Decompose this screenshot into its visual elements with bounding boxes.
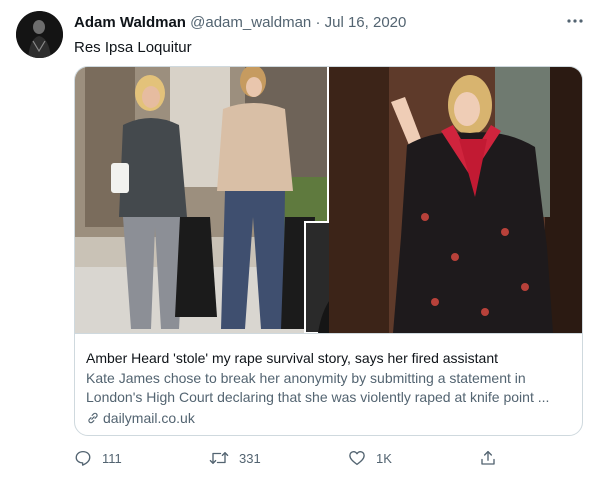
card-domain[interactable]: dailymail.co.uk	[86, 409, 195, 427]
share-icon	[481, 450, 495, 465]
like-count: 1K	[376, 450, 392, 466]
like-button[interactable]: 1K	[348, 448, 392, 468]
link-card[interactable]: Amber Heard 'stole' my rape survival sto…	[74, 66, 583, 436]
link-icon	[88, 412, 98, 424]
reply-count: 111	[102, 450, 122, 466]
action-bar: 111 331 1K	[74, 448, 583, 468]
card-description: Kate James chose to break her anonymity …	[86, 370, 550, 405]
card-title[interactable]: Amber Heard 'stole' my rape survival sto…	[86, 349, 498, 367]
author-name[interactable]: Adam Waldman	[74, 14, 186, 31]
tweet[interactable]: Adam Waldman @adam_waldman · Jul 16, 202…	[0, 0, 600, 479]
tweet-date[interactable]: Jul 16, 2020	[325, 14, 407, 31]
retweet-count: 331	[239, 450, 261, 466]
meta-separator: ·	[315, 14, 321, 31]
card-image[interactable]	[75, 67, 582, 334]
author-handle[interactable]: @adam_waldman	[190, 14, 311, 31]
retweet-button[interactable]: 331	[209, 448, 261, 468]
reply-icon	[75, 450, 91, 466]
card-body[interactable]: Amber Heard 'stole' my rape survival sto…	[75, 333, 582, 435]
more-dots-icon[interactable]	[563, 13, 587, 29]
avatar[interactable]	[16, 11, 63, 58]
tweet-text: Res Ipsa Loquitur	[74, 39, 192, 56]
reply-button[interactable]: 111	[74, 448, 122, 468]
retweet-icon	[209, 452, 229, 464]
card-domain-text: dailymail.co.uk	[103, 410, 195, 426]
tweet-header: Adam Waldman @adam_waldman · Jul 16, 202…	[74, 14, 406, 32]
share-button[interactable]	[479, 448, 507, 468]
heart-icon	[349, 451, 365, 466]
